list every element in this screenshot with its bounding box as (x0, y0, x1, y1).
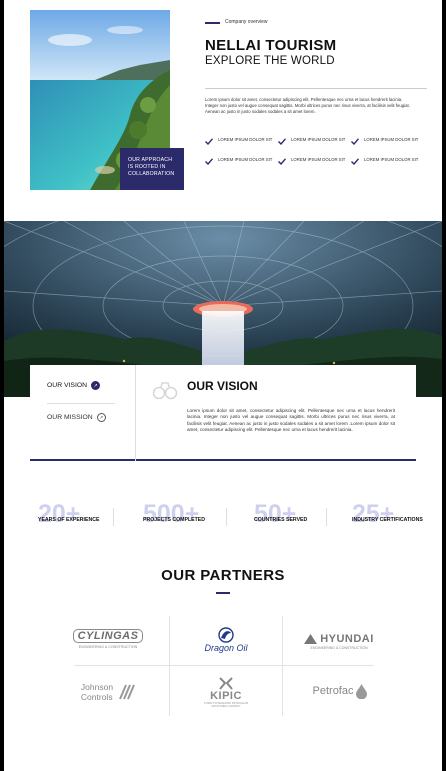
kipic-tagline: KUWAIT INTEGRATED PETROLEUM INDUSTRIES C… (203, 701, 249, 708)
approach-line-1: OUR APPROACH (128, 157, 173, 163)
stat-number: 20+ (38, 500, 81, 528)
check-icon (205, 138, 213, 145)
partners-title-rule (216, 592, 230, 594)
stat-label: COUNTRIES SERVED (254, 517, 308, 523)
tab-our-vision-label: OUR VISION (47, 382, 88, 389)
partner-logo-cylingas: CYLINGAS ENGINEERING & CONSTRUCTION (72, 623, 144, 655)
partner-logo-kipic: KIPIC KUWAIT INTEGRATED PETROLEUM INDUST… (194, 672, 258, 712)
partner-logo-johnson-controls: Johnson Controls (72, 675, 146, 709)
check-icon (351, 138, 359, 145)
vision-paragraph: Lorem ipsum dolor sit amet, consectetur … (187, 408, 395, 432)
dragon-emblem-icon (218, 627, 234, 643)
tab-our-vision[interactable]: OUR VISION ↗ (47, 381, 101, 390)
page-subtitle: EXPLORE THE WORLD (205, 55, 335, 67)
johnson-controls-emblem-icon (119, 684, 135, 700)
stat-label: PROJECTS COMPLETED (143, 517, 205, 523)
check-icon (278, 138, 286, 145)
johnson-wordmark-line2: Controls (80, 692, 113, 702)
approach-line-2: IS ROOTED IN (128, 164, 166, 170)
partner-logo-hyundai: HYUNDAI ENGINEERING & CONSTRUCTION (300, 628, 378, 654)
checklist-item: LOREM IPSUM DOLOR SIT (278, 137, 351, 145)
hyundai-tagline: ENGINEERING & CONSTRUCTION (310, 645, 368, 650)
partner-logo-dragon-oil: Dragon Oil (194, 622, 258, 658)
stat-number: 500+ (143, 500, 200, 528)
approach-card: OUR APPROACH IS ROOTED IN COLLABORATION (120, 148, 184, 190)
hyundai-wordmark: HYUNDAI (320, 632, 374, 645)
check-icon (205, 158, 213, 165)
hyundai-triangle-icon (304, 633, 318, 644)
eyebrow-rule (205, 22, 220, 24)
approach-line-3: COLLABORATION (128, 171, 175, 177)
petrofac-wordmark: Petrofac (312, 685, 354, 697)
checklist-label: LOREM IPSUM DOLOR SIT (364, 157, 419, 162)
partners-grid-line (282, 616, 283, 716)
cylingas-tagline: ENGINEERING & CONSTRUCTION (78, 645, 138, 649)
check-icon (351, 158, 359, 165)
feature-checklist: LOREM IPSUM DOLOR SIT LOREM IPSUM DOLOR … (205, 137, 430, 165)
page: OUR APPROACH IS ROOTED IN COLLABORATION … (4, 0, 442, 771)
checklist-label: LOREM IPSUM DOLOR SIT (291, 137, 346, 142)
checklist-item: LOREM IPSUM DOLOR SIT (205, 157, 278, 165)
kipic-emblem-icon (219, 676, 233, 690)
dragon-oil-wordmark: Dragon Oil (204, 643, 248, 653)
stat-label: INDUSTRY CERTIFICATIONS (352, 517, 423, 523)
stat-divider (226, 508, 227, 526)
page-title: NELLAI TOURISM (205, 37, 337, 54)
stat-number: 50+ (254, 500, 297, 528)
partners-title: OUR PARTNERS (161, 567, 285, 584)
eyebrow-label: Company overview (225, 19, 268, 25)
partner-logo-petrofac: Petrofac (300, 678, 380, 704)
cylingas-wordmark: CYLINGAS (72, 629, 144, 643)
kipic-wordmark: KIPIC (210, 689, 242, 702)
checklist-label: LOREM IPSUM DOLOR SIT (364, 137, 419, 142)
binoculars-icon (152, 382, 178, 400)
vision-mission-card: OUR VISION ↗ OUR MISSION ↗ OUR VISION Lo… (30, 365, 416, 461)
stat-number: 25+ (352, 500, 395, 528)
oil-drop-icon (356, 683, 368, 699)
tab-our-mission[interactable]: OUR MISSION ↗ (47, 413, 106, 422)
hero-paragraph: Lorem ipsum dolor sit amet, consectetur … (205, 97, 410, 114)
checklist-item: LOREM IPSUM DOLOR SIT (278, 157, 351, 165)
stat-divider (326, 508, 327, 526)
stat-label: YEARS OF EXPERIENCE (38, 517, 100, 523)
vision-card-divider (135, 365, 136, 461)
tab-divider (47, 403, 115, 404)
stat-divider (113, 508, 114, 526)
partners-grid-line (169, 616, 170, 716)
checklist-label: LOREM IPSUM DOLOR SIT (218, 137, 273, 142)
checklist-item: LOREM IPSUM DOLOR SIT (351, 157, 424, 165)
checklist-item: LOREM IPSUM DOLOR SIT (205, 137, 278, 145)
check-icon (278, 158, 286, 165)
hero-divider (205, 88, 427, 89)
arrow-up-right-icon: ↗ (91, 381, 101, 390)
partners-grid-line (74, 665, 374, 666)
vision-title: OUR VISION (187, 379, 258, 393)
checklist-item: LOREM IPSUM DOLOR SIT (351, 137, 424, 145)
checklist-label: LOREM IPSUM DOLOR SIT (218, 157, 273, 162)
stats-row: 20+ YEARS OF EXPERIENCE 500+ PROJECTS CO… (30, 500, 423, 530)
arrow-up-right-icon: ↗ (96, 413, 106, 422)
johnson-wordmark-line1: Johnson (80, 682, 114, 692)
checklist-label: LOREM IPSUM DOLOR SIT (291, 157, 346, 162)
tab-our-mission-label: OUR MISSION (47, 414, 93, 421)
